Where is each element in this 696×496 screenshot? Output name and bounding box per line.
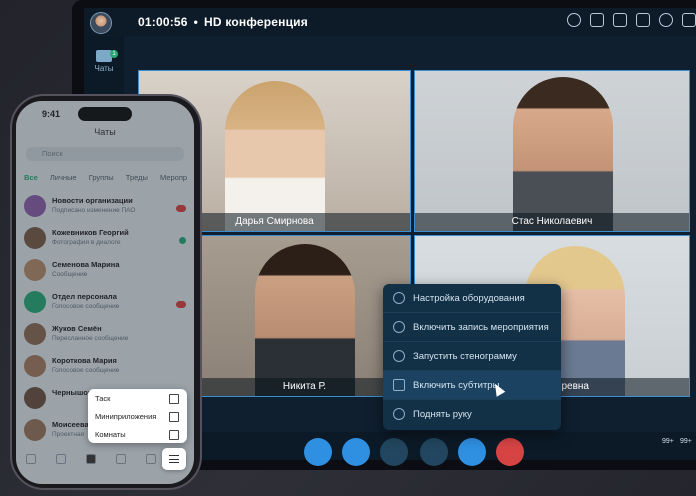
more-button[interactable] <box>458 438 486 466</box>
participant-video <box>513 77 613 231</box>
phone-bottom-nav <box>16 452 166 468</box>
chats-icon[interactable] <box>86 454 96 464</box>
participant-video <box>225 81 325 231</box>
conference-title: 01:00:56 • HD конференция <box>138 15 308 29</box>
menu-item-subtitles[interactable]: Включить субтитры <box>383 371 561 400</box>
hangup-button[interactable] <box>496 438 524 466</box>
app-menu-popup: Таск Миниприложения Комнаты <box>88 389 187 443</box>
record-icon <box>393 321 405 333</box>
participant-video <box>255 244 355 396</box>
phone-icon[interactable] <box>56 454 66 464</box>
rooms-icon <box>169 430 179 440</box>
hand-icon <box>393 408 405 420</box>
contacts-icon[interactable] <box>26 454 36 464</box>
puzzle-icon <box>169 412 179 422</box>
top-toolbar <box>567 13 696 27</box>
unread-badge: 1 <box>110 50 118 58</box>
rail-item-chats[interactable]: 1 Чаты <box>88 46 120 82</box>
screen-icon[interactable] <box>613 13 627 27</box>
participants-count[interactable]: 99+ <box>662 438 674 445</box>
menu-item-record[interactable]: Включить запись мероприятия <box>383 313 561 342</box>
call-timer: 01:00:56 <box>138 15 188 29</box>
speaker-button[interactable] <box>420 438 448 466</box>
info-icon[interactable] <box>567 13 581 27</box>
cc-icon <box>393 379 405 391</box>
video-tile[interactable]: Стас Николаевич <box>414 70 690 232</box>
share-screen-button[interactable] <box>380 438 408 466</box>
more-options-menu: Настройка оборудования Включить запись м… <box>383 284 561 430</box>
menu-item-raise-hand[interactable]: Поднять руку <box>383 400 561 429</box>
comment-icon[interactable] <box>636 13 650 27</box>
menu-item-transcript[interactable]: Запустить стенограмму <box>383 342 561 371</box>
gear-icon <box>393 292 405 304</box>
settings-icon[interactable] <box>659 13 673 27</box>
participant-name: Никита Р. <box>199 378 410 396</box>
camera-button[interactable] <box>342 438 370 466</box>
calendar-icon[interactable] <box>116 454 126 464</box>
video-tile[interactable]: Никита Р. <box>198 235 411 397</box>
folder-icon[interactable] <box>590 13 604 27</box>
popup-item-task[interactable]: Таск <box>95 394 110 403</box>
avatar[interactable] <box>90 12 112 34</box>
menu-item-equipment[interactable]: Настройка оборудования <box>383 284 561 313</box>
transcript-icon <box>393 350 405 362</box>
microphone-button[interactable] <box>304 438 332 466</box>
topbar: 01:00:56 • HD конференция <box>84 8 696 36</box>
call-controls: 99+ 99+ <box>124 432 696 466</box>
hamburger-icon <box>169 455 179 457</box>
participant-name: Стас Николаевич <box>415 213 689 231</box>
rail-item-label: Чаты <box>94 64 114 73</box>
mail-icon[interactable] <box>146 454 156 464</box>
chat-count[interactable]: 99+ <box>680 438 692 445</box>
conference-name: HD конференция <box>204 15 308 29</box>
task-icon <box>169 394 179 404</box>
popup-item-rooms[interactable]: Комнаты <box>95 430 126 439</box>
popup-item-miniapps[interactable]: Миниприложения <box>95 412 156 421</box>
more-icon[interactable] <box>682 13 696 27</box>
